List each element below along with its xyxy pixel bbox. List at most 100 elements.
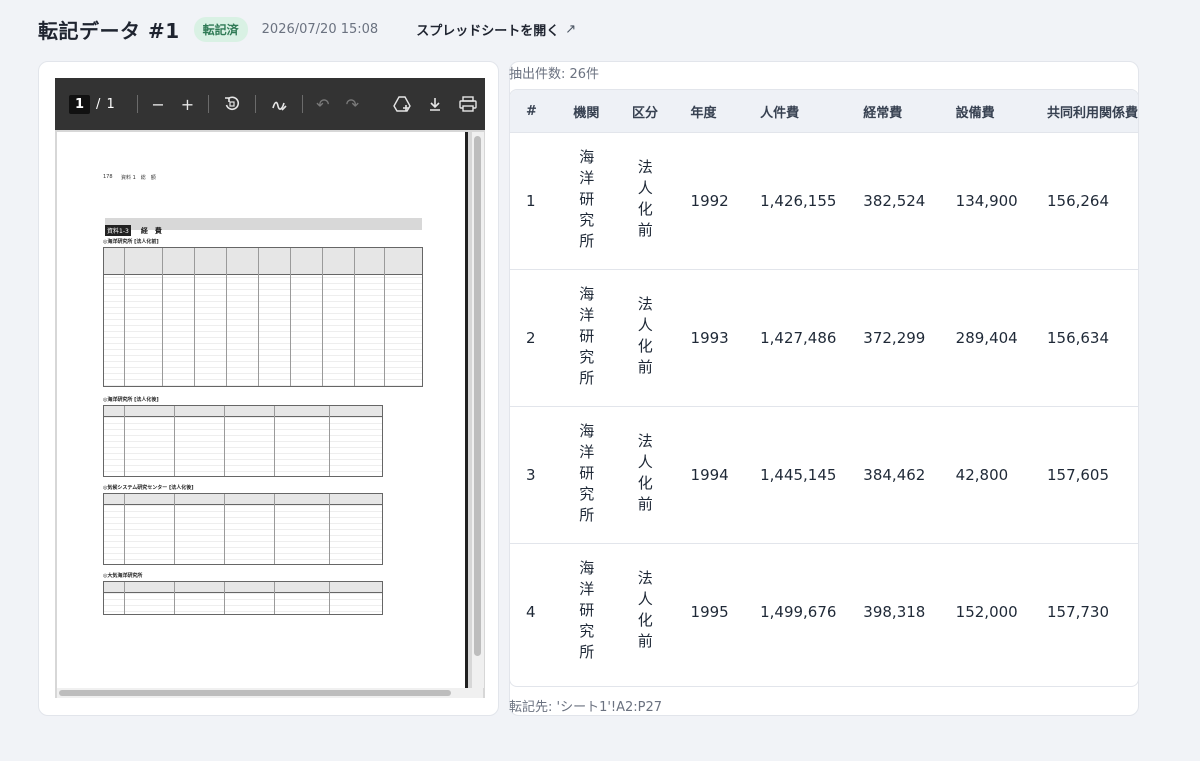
- print-icon[interactable]: [459, 96, 477, 112]
- doc-table-rule: [124, 248, 125, 386]
- cell-year: 1992: [674, 132, 745, 270]
- external-link-icon: ↗: [565, 21, 577, 37]
- results-panel: 抽出件数: 26件 # 機関 区分 年度 人件費 経常費 設備費 共同利用関係費…: [509, 61, 1139, 716]
- column-header[interactable]: 機関: [557, 90, 616, 133]
- doc-table-rule: [322, 248, 323, 386]
- zoom-in-icon[interactable]: +: [181, 95, 194, 114]
- page-total: 1: [106, 96, 115, 112]
- zoom-out-icon[interactable]: −: [151, 95, 164, 114]
- add-to-drive-icon[interactable]: [393, 95, 411, 113]
- draw-icon[interactable]: [270, 95, 288, 113]
- page-separator: /: [96, 96, 101, 112]
- doc-table-rule: [329, 406, 330, 476]
- doc-table-rule: [384, 248, 385, 386]
- toolbar-divider: [208, 95, 209, 113]
- scrollbar-thumb[interactable]: [474, 136, 481, 656]
- scrollbar-thumb[interactable]: [59, 690, 451, 696]
- cell-ordinary: 382,524: [847, 132, 940, 270]
- cell-division: 法人化前: [615, 132, 675, 270]
- column-header[interactable]: 共同利用関係費: [1030, 90, 1138, 133]
- cell-division: 法人化前: [615, 269, 675, 407]
- open-spreadsheet-link[interactable]: スプレッドシートを開く ↗: [416, 20, 576, 39]
- doc-table-rule: [329, 494, 330, 564]
- doc-table-rule: [224, 406, 225, 476]
- column-header[interactable]: #: [510, 90, 558, 133]
- column-header[interactable]: 区分: [615, 90, 675, 133]
- doc-table-rule: [162, 248, 163, 386]
- toolbar-divider: [254, 95, 256, 113]
- doc-table-rule: [224, 582, 225, 614]
- cell-equipment: 134,900: [939, 132, 1031, 270]
- redo-icon[interactable]: ↷: [346, 95, 359, 114]
- pdf-page: 178 資料 1 総 額 資料1-3 経 費 ◎海洋研究所 [法人化前] ◎海洋…: [57, 132, 468, 688]
- table-row[interactable]: 2 海洋研究所 法人化前 1993 1,427,486 372,299 289,…: [510, 269, 1138, 407]
- cell-num: 3: [510, 406, 558, 544]
- doc-table-rule: [274, 582, 275, 614]
- undo-icon[interactable]: ↶: [316, 95, 329, 114]
- cell-equipment: 42,800: [939, 406, 1031, 544]
- doc-table-rule: [194, 248, 195, 386]
- doc-table: [103, 581, 383, 615]
- doc-section-tag: 資料1-3: [105, 225, 131, 236]
- doc-table-rule: [274, 494, 275, 564]
- page-header: 転記データ #1 転記済 2026/07/20 15:08 スプレッドシートを開…: [38, 14, 576, 44]
- cell-division: 法人化前: [615, 543, 675, 680]
- doc-section-label: 経 費: [140, 227, 162, 235]
- pdf-vertical-scrollbar[interactable]: [472, 132, 484, 688]
- cell-org: 海洋研究所: [557, 132, 616, 270]
- cell-personnel: 1,426,155: [744, 132, 848, 270]
- doc-running-header: 資料 1 総 額: [121, 175, 156, 181]
- table-row[interactable]: 3 海洋研究所 法人化前 1994 1,445,145 384,462 42,8…: [510, 406, 1138, 544]
- pdf-viewer: 1 / 1 − + ↶ ↷ 178 資料 1 総 額 資料1-3 経 費 ◎海洋…: [55, 78, 485, 698]
- doc-table: [103, 493, 383, 565]
- column-header[interactable]: 人件費: [744, 90, 848, 133]
- page-title: 転記データ #1: [38, 18, 180, 43]
- doc-subsection-title: ◎気候システム研究センター [法人化後]: [103, 485, 194, 491]
- doc-subsection-title: ◎大気海洋研究所: [103, 573, 143, 579]
- column-header[interactable]: 設備費: [939, 90, 1031, 133]
- doc-table-rule: [124, 494, 125, 564]
- doc-table-header: [104, 582, 382, 593]
- cell-personnel: 1,499,676: [744, 543, 848, 680]
- page-number-input[interactable]: 1: [69, 94, 91, 114]
- cell-org: 海洋研究所: [557, 269, 616, 407]
- doc-table-rule: [174, 582, 175, 614]
- cell-org: 海洋研究所: [557, 543, 616, 680]
- toolbar-divider: [136, 95, 138, 113]
- cell-equipment: 152,000: [939, 543, 1031, 680]
- doc-table: [103, 405, 383, 477]
- results-table: # 機関 区分 年度 人件費 経常費 設備費 共同利用関係費 1 海洋研究所 法…: [510, 90, 1138, 680]
- status-badge: 転記済: [193, 16, 248, 42]
- table-row[interactable]: 4 海洋研究所 法人化前 1995 1,499,676 398,318 152,…: [510, 543, 1138, 680]
- cell-shared: 156,634: [1030, 269, 1138, 407]
- cell-equipment: 289,404: [939, 269, 1031, 407]
- doc-table-rule: [290, 248, 291, 386]
- doc-subsection-title: ◎海洋研究所 [法人化後]: [103, 397, 159, 403]
- destination-range: 転記先: 'シート1'!A2:P27: [509, 700, 663, 715]
- rotate-icon[interactable]: [223, 95, 241, 113]
- column-header[interactable]: 経常費: [847, 90, 940, 133]
- cell-personnel: 1,445,145: [744, 406, 848, 544]
- table-header-row: # 機関 区分 年度 人件費 経常費 設備費 共同利用関係費: [510, 90, 1138, 133]
- cell-org: 海洋研究所: [557, 406, 616, 544]
- doc-table-rule: [258, 248, 259, 386]
- download-icon[interactable]: [427, 96, 443, 112]
- cell-shared: 157,730: [1030, 543, 1138, 680]
- doc-table: [103, 247, 423, 387]
- cell-personnel: 1,427,486: [744, 269, 848, 407]
- pdf-horizontal-scrollbar[interactable]: [57, 688, 483, 698]
- doc-table-rule: [226, 248, 227, 386]
- timestamp: 2026/07/20 15:08: [261, 21, 379, 37]
- results-table-container[interactable]: # 機関 区分 年度 人件費 経常費 設備費 共同利用関係費 1 海洋研究所 法…: [509, 89, 1139, 687]
- doc-table-header: [104, 248, 422, 275]
- doc-table-rule: [274, 406, 275, 476]
- table-row[interactable]: 1 海洋研究所 法人化前 1992 1,426,155 382,524 134,…: [510, 132, 1138, 270]
- column-header[interactable]: 年度: [674, 90, 745, 133]
- cell-division: 法人化前: [615, 406, 675, 544]
- doc-table-header: [104, 406, 382, 417]
- cell-year: 1994: [674, 406, 745, 544]
- doc-subsection-title: ◎海洋研究所 [法人化前]: [103, 239, 159, 245]
- cell-ordinary: 372,299: [847, 269, 940, 407]
- doc-table-header: [104, 494, 382, 505]
- pdf-toolbar: 1 / 1 − + ↶ ↷: [55, 78, 485, 130]
